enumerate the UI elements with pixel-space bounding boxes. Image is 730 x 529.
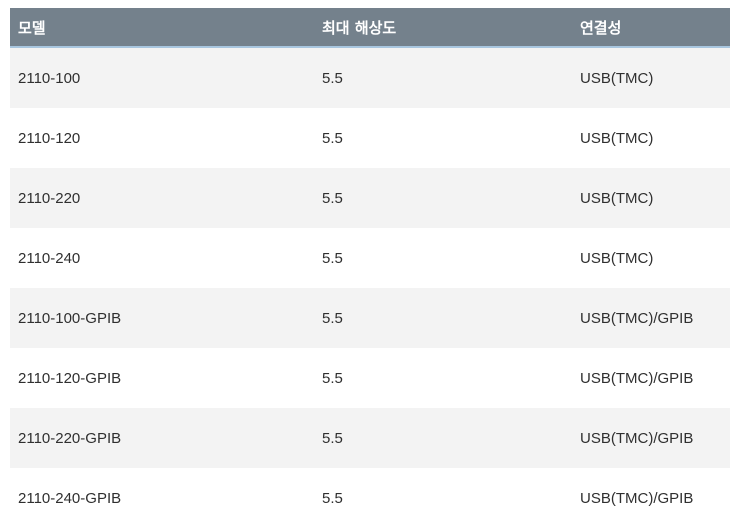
cell-max-resolution: 5.5	[314, 468, 572, 528]
cell-connectivity: USB(TMC)	[572, 47, 730, 108]
cell-max-resolution: 5.5	[314, 348, 572, 408]
cell-connectivity: USB(TMC)	[572, 168, 730, 228]
table-row: 2110-220 5.5 USB(TMC)	[10, 168, 730, 228]
cell-model: 2110-240-GPIB	[10, 468, 314, 528]
table-row: 2110-240-GPIB 5.5 USB(TMC)/GPIB	[10, 468, 730, 528]
table-row: 2110-100-GPIB 5.5 USB(TMC)/GPIB	[10, 288, 730, 348]
cell-connectivity: USB(TMC)/GPIB	[572, 288, 730, 348]
column-header-connectivity: 연결성	[572, 8, 730, 48]
cell-connectivity: USB(TMC)/GPIB	[572, 468, 730, 528]
table-row: 2110-100 5.5 USB(TMC)	[10, 47, 730, 108]
table-row: 2110-120 5.5 USB(TMC)	[10, 108, 730, 168]
cell-max-resolution: 5.5	[314, 108, 572, 168]
cell-model: 2110-100	[10, 47, 314, 108]
table-row: 2110-120-GPIB 5.5 USB(TMC)/GPIB	[10, 348, 730, 408]
header-row: 모델 최대 해상도 연결성	[10, 8, 730, 48]
cell-model: 2110-220-GPIB	[10, 408, 314, 468]
cell-model: 2110-240	[10, 228, 314, 288]
cell-model: 2110-220	[10, 168, 314, 228]
cell-connectivity: USB(TMC)	[572, 228, 730, 288]
cell-max-resolution: 5.5	[314, 47, 572, 108]
cell-max-resolution: 5.5	[314, 168, 572, 228]
product-spec-table: 모델 최대 해상도 연결성 2110-100 5.5 USB(TMC) 2110…	[10, 8, 730, 528]
table-header: 모델 최대 해상도 연결성	[10, 8, 730, 48]
table-row: 2110-220-GPIB 5.5 USB(TMC)/GPIB	[10, 408, 730, 468]
table-row: 2110-240 5.5 USB(TMC)	[10, 228, 730, 288]
cell-model: 2110-120	[10, 108, 314, 168]
product-spec-table-container: 모델 최대 해상도 연결성 2110-100 5.5 USB(TMC) 2110…	[10, 8, 730, 528]
cell-connectivity: USB(TMC)/GPIB	[572, 348, 730, 408]
cell-connectivity: USB(TMC)	[572, 108, 730, 168]
table-body: 2110-100 5.5 USB(TMC) 2110-120 5.5 USB(T…	[10, 47, 730, 528]
cell-max-resolution: 5.5	[314, 408, 572, 468]
cell-max-resolution: 5.5	[314, 228, 572, 288]
cell-connectivity: USB(TMC)/GPIB	[572, 408, 730, 468]
cell-max-resolution: 5.5	[314, 288, 572, 348]
column-header-max-resolution: 최대 해상도	[314, 8, 572, 48]
cell-model: 2110-100-GPIB	[10, 288, 314, 348]
column-header-model: 모델	[10, 8, 314, 48]
cell-model: 2110-120-GPIB	[10, 348, 314, 408]
